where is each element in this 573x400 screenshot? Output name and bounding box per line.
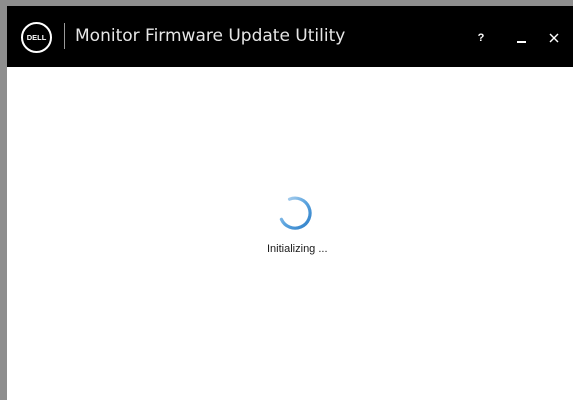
title-divider (64, 23, 65, 49)
title-bar[interactable]: DELL Monitor Firmware Update Utility ? (7, 6, 573, 67)
help-button[interactable]: ? (473, 28, 489, 48)
close-button[interactable] (546, 28, 562, 48)
minimize-icon (516, 41, 526, 43)
loading-spinner-icon (279, 196, 312, 230)
app-title: Monitor Firmware Update Utility (75, 26, 346, 46)
app-window: DELL Monitor Firmware Update Utility ? I… (7, 6, 573, 400)
minimize-button[interactable] (513, 28, 529, 48)
close-icon (549, 33, 559, 43)
main-content: Initializing ... (7, 67, 573, 400)
dell-logo-text: DELL (26, 32, 47, 42)
help-icon: ? (477, 31, 485, 44)
status-text: Initializing ... (267, 243, 328, 255)
dell-logo: DELL (21, 22, 52, 53)
